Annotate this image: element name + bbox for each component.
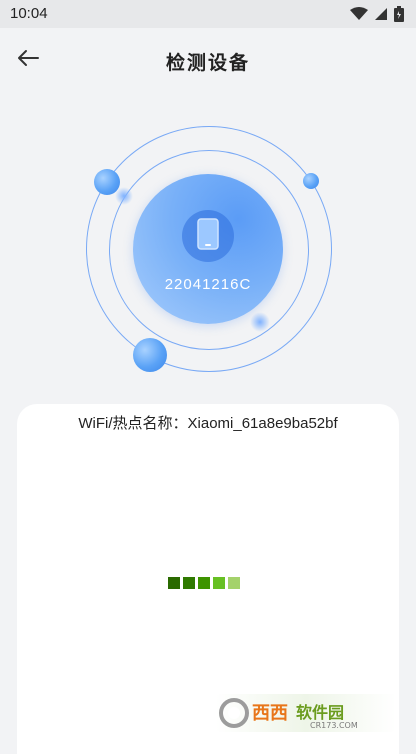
orbit-ball (94, 169, 120, 195)
svg-text:软件园: 软件园 (296, 703, 344, 722)
device-core-circle: 22041216C (133, 174, 283, 324)
page-title: 检测设备 (165, 53, 250, 74)
header: 检测设备 (0, 28, 416, 90)
wifi-hotspot-name: WiFi/热点名称：Xiaomi_61a8e9ba52bf (78, 415, 338, 432)
status-bar: 10:04 (0, 0, 416, 28)
phone-icon (197, 217, 219, 255)
orbit-ball (303, 173, 319, 189)
device-scan-visual: 22041216C (0, 110, 416, 390)
device-name: 22041216C (164, 276, 252, 293)
status-time: 10:04 (10, 5, 48, 22)
loader-segment (198, 577, 210, 589)
orbit-ball (133, 338, 167, 372)
phone-badge (182, 210, 234, 262)
status-icons (350, 6, 404, 27)
battery-icon (394, 6, 404, 27)
loader-segment (183, 577, 195, 589)
glow-dot (250, 312, 270, 332)
loader-segment (213, 577, 225, 589)
loader-segment (168, 577, 180, 589)
cell-signal-icon (374, 7, 388, 26)
svg-text:西西: 西西 (252, 703, 288, 724)
loading-indicator (168, 577, 240, 589)
watermark-logo: 西西 软件园 CR173.COM (216, 694, 396, 732)
loader-segment (228, 577, 240, 589)
glow-dot (115, 187, 133, 205)
svg-text:CR173.COM: CR173.COM (310, 721, 358, 730)
wifi-signal-icon (350, 7, 368, 26)
